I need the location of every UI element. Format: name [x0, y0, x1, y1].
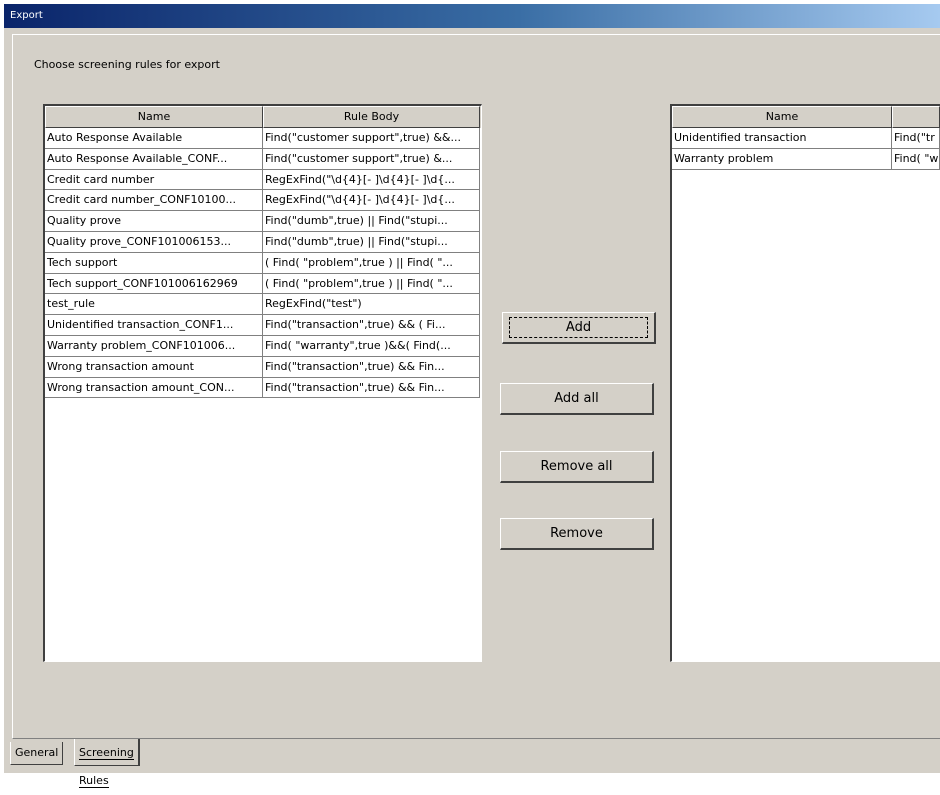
- tab-screening-rules[interactable]: Screening Rules: [74, 739, 140, 788]
- window-title: Export: [10, 10, 43, 21]
- rule-body-cell: RegExFind("test"): [263, 294, 480, 316]
- selected-rules-table[interactable]: Name Unidentified transaction Find("tr War…: [670, 104, 940, 662]
- instruction-label: Choose screening rules for export: [34, 58, 220, 71]
- rule-name-cell: Auto Response Available_CONF...: [45, 148, 263, 170]
- table-row[interactable]: Wrong transaction amount_CON... Find("tra…: [45, 377, 481, 399]
- remove-all-button[interactable]: Remove all: [500, 451, 654, 483]
- available-rules-header: Name Rule Body: [45, 106, 481, 128]
- rule-body-cell: ( Find( "problem",true ) || Find( "...: [263, 252, 480, 274]
- available-rules-table[interactable]: Name Rule Body Auto Response Available Fi…: [43, 104, 482, 662]
- rule-body-cell: Find("customer support",true) &&...: [263, 128, 480, 149]
- window-title-bar: Export: [4, 4, 940, 28]
- rule-name-cell: Unidentified transaction: [672, 128, 892, 149]
- table-row[interactable]: Unidentified transaction_CONF1... Find("t…: [45, 315, 481, 336]
- tab-general[interactable]: General: [10, 742, 64, 765]
- rule-body-cell: Find("transaction",true) && ( Fi...: [263, 315, 480, 336]
- available-rules-rows: Auto Response Available Find("customer su…: [45, 128, 481, 399]
- table-row[interactable]: Auto Response Available Find("customer su…: [45, 128, 481, 149]
- table-row[interactable]: Quality prove Find("dumb",true) || Find("…: [45, 211, 481, 232]
- table-row[interactable]: Credit card number_CONF10100... RegExFind…: [45, 190, 481, 212]
- column-header-rule-body[interactable]: Rule Body: [263, 106, 480, 128]
- rule-name-cell: Auto Response Available: [45, 128, 263, 149]
- remove-button-label: Remove: [550, 526, 603, 541]
- remove-button[interactable]: Remove: [500, 518, 654, 550]
- tab-general-label: General: [15, 746, 59, 759]
- table-row[interactable]: Warranty problem Find( "w: [672, 148, 940, 170]
- remove-all-button-label: Remove all: [540, 459, 613, 474]
- column-header-name[interactable]: Name: [672, 106, 892, 128]
- rule-body-cell: Find( "w: [892, 148, 940, 170]
- table-row[interactable]: Tech support_CONF101006162969( Find( "pr…: [45, 273, 481, 295]
- rule-name-cell: Tech support: [45, 252, 263, 274]
- rule-body-cell: Find("dumb",true) || Find("stupi...: [263, 211, 480, 232]
- column-header-name[interactable]: Name: [45, 106, 263, 128]
- rule-body-cell: Find("dumb",true) || Find("stupi...: [263, 231, 480, 253]
- rule-body-cell: Find( "warranty",true )&&( Find(...: [263, 335, 480, 357]
- rule-name-cell: Warranty problem: [672, 148, 892, 170]
- rule-body-cell: RegExFind("\d{4}[- ]\d{4}[- ]\d{...: [263, 190, 480, 212]
- rule-name-cell: Credit card number_CONF10100...: [45, 190, 263, 212]
- table-row[interactable]: Warranty problem_CONF101006... Find( "war…: [45, 335, 481, 357]
- rule-name-cell: test_rule: [45, 294, 263, 316]
- rule-name-cell: Wrong transaction amount: [45, 356, 263, 378]
- add-all-button-label: Add all: [554, 391, 599, 406]
- rule-body-cell: Find("transaction",true) && Fin...: [263, 356, 480, 378]
- rule-name-cell: Unidentified transaction_CONF1...: [45, 315, 263, 336]
- selected-rules-header: Name: [672, 106, 940, 128]
- table-row[interactable]: test_rule RegExFind("test"): [45, 294, 481, 316]
- rule-name-cell: Tech support_CONF101006162969: [45, 273, 263, 295]
- add-button[interactable]: Add: [502, 312, 656, 344]
- rule-body-cell: Find("customer support",true) &...: [263, 148, 480, 170]
- rule-name-cell: Warranty problem_CONF101006...: [45, 335, 263, 357]
- rule-body-cell: ( Find( "problem",true ) || Find( "...: [263, 273, 480, 295]
- table-row[interactable]: Credit card number RegExFind("\d{4}[- ]\d…: [45, 169, 481, 191]
- table-row[interactable]: Quality prove_CONF101006153... Find("dumb…: [45, 231, 481, 253]
- table-row[interactable]: Auto Response Available_CONF... Find("cus…: [45, 148, 481, 170]
- selected-rules-rows: Unidentified transaction Find("tr Warranty…: [672, 128, 940, 170]
- table-row[interactable]: Wrong transaction amount Find("transactio…: [45, 356, 481, 378]
- add-all-button[interactable]: Add all: [500, 383, 654, 415]
- table-row[interactable]: Unidentified transaction Find("tr: [672, 128, 940, 149]
- rule-name-cell: Quality prove_CONF101006153...: [45, 231, 263, 253]
- column-header-rule-body[interactable]: [892, 106, 940, 128]
- rule-name-cell: Wrong transaction amount_CON...: [45, 377, 263, 399]
- rule-body-cell: Find("transaction",true) && Fin...: [263, 377, 480, 399]
- rule-body-cell: Find("tr: [892, 128, 940, 149]
- add-button-label: Add: [508, 317, 649, 338]
- rule-name-cell: Quality prove: [45, 211, 263, 232]
- rule-body-cell: RegExFind("\d{4}[- ]\d{4}[- ]\d{...: [263, 169, 480, 191]
- rule-name-cell: Credit card number: [45, 169, 263, 191]
- table-row[interactable]: Tech support( Find( "problem",true ) || …: [45, 252, 481, 274]
